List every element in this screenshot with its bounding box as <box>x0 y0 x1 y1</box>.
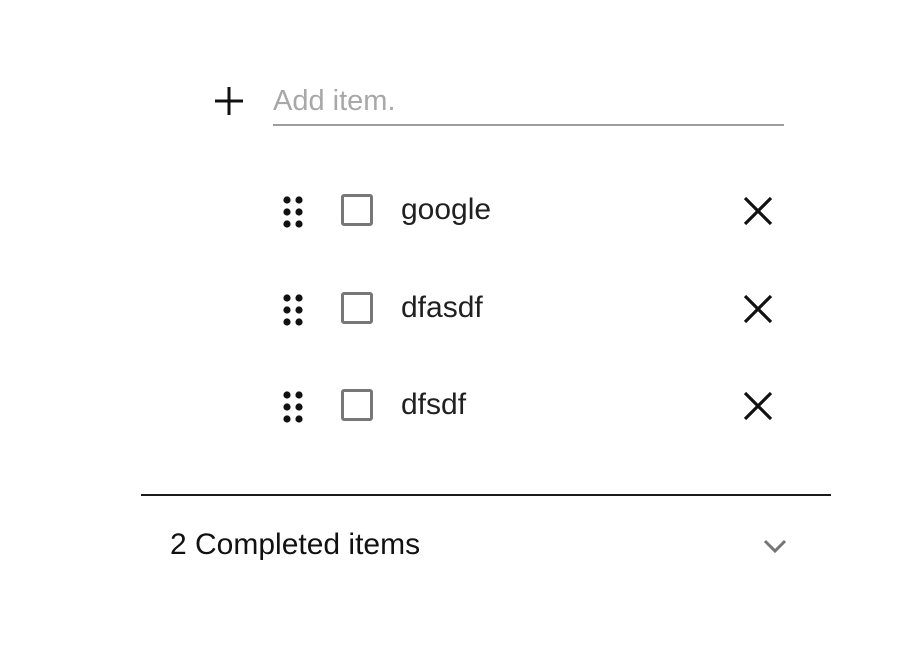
completed-items-label: 2 Completed items <box>170 528 421 561</box>
chevron-down-icon[interactable] <box>761 535 789 557</box>
add-item-row <box>210 70 784 130</box>
drag-handle-icon[interactable] <box>278 389 308 425</box>
item-checkbox[interactable] <box>341 292 373 324</box>
divider <box>141 494 831 496</box>
close-icon[interactable] <box>740 193 776 229</box>
drag-handle-icon[interactable] <box>278 292 308 328</box>
item-label: google <box>401 193 492 226</box>
item-checkbox[interactable] <box>341 389 373 421</box>
add-item-input[interactable] <box>273 78 784 126</box>
item-label: dfasdf <box>401 291 483 324</box>
list-item: google <box>270 180 790 240</box>
todo-list-page: google dfasdf dfsdf <box>0 0 910 662</box>
item-label: dfsdf <box>401 388 467 421</box>
list-item: dfasdf <box>270 278 790 338</box>
drag-handle-icon[interactable] <box>278 194 308 230</box>
close-icon[interactable] <box>740 291 776 327</box>
close-icon[interactable] <box>740 388 776 424</box>
plus-icon[interactable] <box>210 82 248 120</box>
item-checkbox[interactable] <box>341 194 373 226</box>
completed-items-toggle[interactable]: 2 Completed items <box>141 515 831 575</box>
list-item: dfsdf <box>270 375 790 435</box>
